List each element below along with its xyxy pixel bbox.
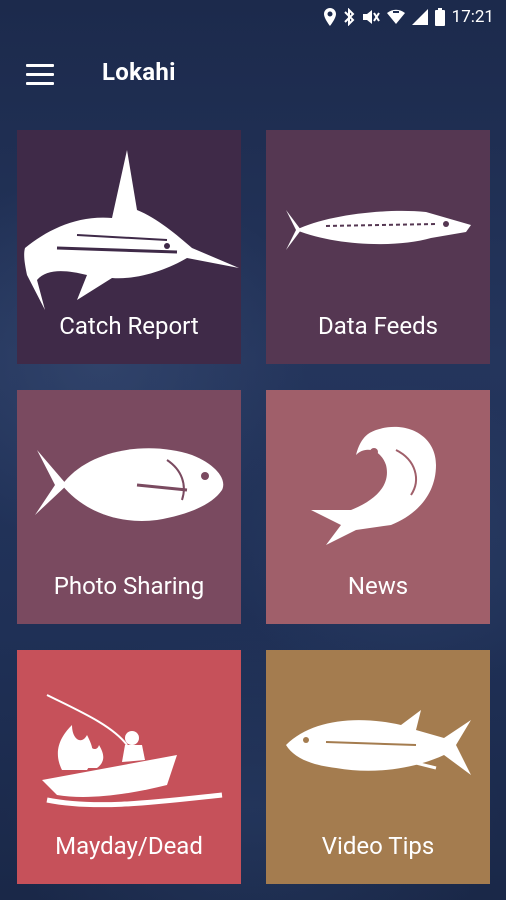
tile-data-feeds[interactable]: Data Feeds <box>266 130 490 364</box>
tile-photo-sharing[interactable]: Photo Sharing <box>17 390 241 624</box>
bluetooth-icon <box>343 8 355 26</box>
wifi-icon <box>386 9 405 24</box>
tile-label: Mayday/Dead <box>55 832 203 860</box>
location-icon <box>323 8 336 26</box>
hamburger-menu-icon[interactable] <box>26 64 54 86</box>
mute-icon <box>362 10 380 24</box>
tile-label: Photo Sharing <box>53 572 205 600</box>
signal-icon <box>411 9 428 25</box>
app-bar: Lokahi <box>0 36 506 112</box>
app-title: Lokahi <box>102 58 176 86</box>
battery-icon <box>434 8 445 26</box>
tile-label: Video Tips <box>321 832 435 860</box>
status-time: 17:21 <box>451 7 494 27</box>
tile-mayday-dead[interactable]: Mayday/Dead <box>17 650 241 884</box>
tile-catch-report[interactable]: Catch Report <box>17 130 241 364</box>
tile-label: Data Feeds <box>317 312 439 340</box>
tile-label: News <box>347 572 409 600</box>
tile-news[interactable]: News <box>266 390 490 624</box>
tile-label: Catch Report <box>59 312 199 340</box>
tile-video-tips[interactable]: Video Tips <box>266 650 490 884</box>
status-bar: 17:21 <box>0 0 506 36</box>
